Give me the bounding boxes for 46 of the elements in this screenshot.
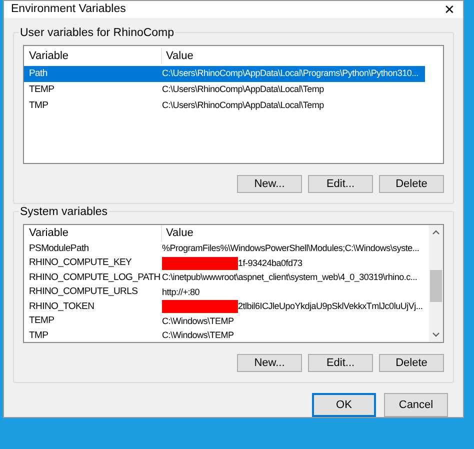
table-row[interactable]: RHINO_TOKEN 2tlbil6ICJleUpoYkdjaU9pSklVekkxTmlJc0luUjVj... bbox=[24, 300, 427, 314]
variable-name: RHINO_COMPUTE_KEY bbox=[28, 256, 133, 270]
dialog-button[interactable]: Delete bbox=[379, 354, 444, 372]
variable-name: TEMP bbox=[28, 82, 56, 97]
variable-name: TMP bbox=[28, 328, 50, 343]
column-header[interactable]: Value bbox=[162, 48, 194, 64]
variable-value: C:\Users\RhinoComp\AppData\Local\Programs\Python\Python310... bbox=[162, 67, 418, 80]
variable-value: C:\Windows\TEMP bbox=[162, 329, 234, 342]
table-row[interactable]: RHINO_COMPUTE_LOG_PATH C:\inetpub\wwwroot\aspnet_client\system_web\4_0_30319\rhino.c... bbox=[24, 270, 427, 285]
column-header[interactable]: Variable bbox=[24, 225, 162, 242]
table-row[interactable]: PSModulePath %ProgramFiles%\WindowsPowerShell\Modules;C:\Windows\syste... bbox=[24, 242, 427, 256]
table-row[interactable]: TEMP C:\Users\RhinoComp\AppData\Local\Temp bbox=[24, 82, 425, 98]
dialog-button[interactable]: New... bbox=[237, 174, 302, 193]
table-row[interactable]: RHINO_COMPUTE_KEY 1f-93424ba0fd73 bbox=[24, 256, 427, 270]
scrollbar[interactable] bbox=[429, 225, 443, 342]
variable-value: C:\Users\RhinoComp\AppData\Local\Temp bbox=[162, 83, 324, 96]
close-button[interactable]: ✕ bbox=[444, 3, 455, 16]
table-row[interactable]: TMP C:\Windows\TEMP bbox=[24, 328, 427, 343]
variable-name: PSModulePath bbox=[28, 242, 90, 256]
table-row[interactable]: Path C:\Users\RhinoComp\AppData\Local\Programs\Python\Python310... bbox=[24, 66, 425, 82]
variable-value: C:\Windows\TEMP bbox=[162, 314, 234, 328]
table-row[interactable]: TMP C:\Users\RhinoComp\AppData\Local\Temp bbox=[24, 98, 425, 114]
dialog-button[interactable]: Cancel bbox=[384, 393, 448, 417]
variable-name: Path bbox=[28, 66, 48, 81]
table-row[interactable]: TEMP C:\Windows\TEMP bbox=[24, 314, 427, 328]
dialog-button[interactable]: Edit... bbox=[308, 354, 373, 372]
variable-name: TMP bbox=[28, 98, 50, 113]
window-title: Environment Variables bbox=[11, 2, 126, 17]
variable-name: RHINO_COMPUTE_URLS bbox=[28, 285, 139, 300]
variable-value: C:\Users\RhinoComp\AppData\Local\Temp bbox=[162, 99, 324, 112]
dialog-button[interactable]: Edit... bbox=[308, 174, 373, 193]
column-header[interactable]: Variable bbox=[24, 48, 162, 64]
scrollbar-thumb[interactable] bbox=[430, 270, 442, 302]
variable-name: RHINO_TOKEN bbox=[28, 300, 96, 314]
variable-value: 1f-93424ba0fd73 bbox=[238, 256, 302, 270]
variable-name: RHINO_COMPUTE_LOG_PATH bbox=[28, 270, 162, 285]
table-row[interactable]: RHINO_COMPUTE_URLS http://+:80 bbox=[24, 285, 427, 300]
variable-value: http://+:80 bbox=[162, 286, 200, 299]
dialog-button[interactable]: New... bbox=[237, 354, 302, 372]
variable-name: TEMP bbox=[28, 314, 56, 328]
variable-value: %ProgramFiles%\WindowsPowerShell\Modules;C:\Windows\syste... bbox=[162, 242, 420, 255]
column-header[interactable]: Value bbox=[162, 225, 194, 242]
variable-value: C:\inetpub\wwwroot\aspnet_client\system_web\4_0_30319\rhino.c... bbox=[162, 271, 418, 284]
dialog-button[interactable]: OK bbox=[312, 393, 376, 417]
dialog-button[interactable]: Delete bbox=[379, 174, 444, 193]
variable-value: 2tlbil6ICJleUpoYkdjaU9pSklVekkxTmlJc0luUjVj... bbox=[238, 300, 423, 313]
